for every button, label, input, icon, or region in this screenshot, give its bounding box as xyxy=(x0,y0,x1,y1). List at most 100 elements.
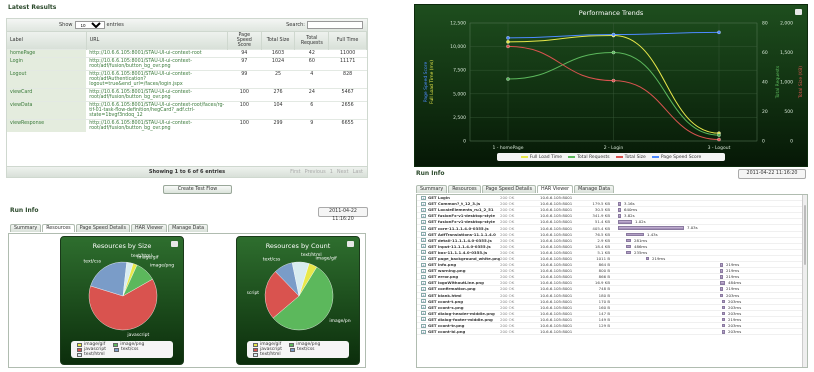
series-point[interactable] xyxy=(506,36,510,40)
legend-item[interactable]: text/css xyxy=(289,347,315,352)
series-point[interactable] xyxy=(717,137,721,142)
expand-icon[interactable]: + xyxy=(421,244,426,249)
har-method-url[interactable]: GET ccont-s.png xyxy=(428,305,500,310)
series-point[interactable] xyxy=(506,40,510,44)
expand-icon[interactable]: + xyxy=(421,232,426,237)
har-method-url[interactable]: GET confirmation.png xyxy=(428,286,500,291)
har-method-url[interactable]: GET blank.html xyxy=(428,293,500,298)
row-label[interactable]: homePage xyxy=(7,49,87,58)
har-method-url[interactable]: GET info.png xyxy=(428,262,500,267)
har-method-url[interactable]: GET dialog-header-middle.png xyxy=(428,311,500,316)
row-url[interactable]: http://10.6.6.105:8001/STAU-UI-ui-contex… xyxy=(86,88,228,102)
col-header-4[interactable]: Total Requests xyxy=(294,32,330,50)
har-row[interactable]: + GET ccont-bl.png 200 OK 10.6.6.105:8001 20… xyxy=(417,329,807,336)
series-point[interactable] xyxy=(506,44,510,49)
export-icon[interactable] xyxy=(347,241,354,247)
pager-link[interactable]: Last xyxy=(353,169,363,175)
har-method-url[interactable]: GET box-11.1.1.4.0-0355.js xyxy=(428,250,500,255)
expand-icon[interactable]: + xyxy=(421,299,426,304)
tab-resources[interactable]: Resources xyxy=(42,224,75,232)
har-method-url[interactable]: GET error.png xyxy=(428,274,500,279)
expand-icon[interactable]: + xyxy=(421,219,426,224)
har-method-url[interactable]: GET ccont-t.png xyxy=(428,299,500,304)
expand-icon[interactable]: + xyxy=(421,317,426,322)
expand-icon[interactable]: + xyxy=(421,226,426,231)
legend-item[interactable]: Total Requests xyxy=(568,155,610,160)
har-method-url[interactable]: GET logoWithoutLine.png xyxy=(428,280,500,285)
series-point[interactable] xyxy=(611,50,616,55)
har-method-url[interactable]: GET AdfTranslations-11.1.1.4.0 xyxy=(428,232,500,237)
expand-icon[interactable]: + xyxy=(421,293,426,298)
expand-icon[interactable]: + xyxy=(421,256,426,261)
col-header-0[interactable]: Label xyxy=(7,32,87,50)
tab-resources[interactable]: Resources xyxy=(448,185,481,193)
row-url[interactable]: http://10.6.6.105:8001/STAU-UI-ui-contex… xyxy=(86,70,228,89)
tab-har-viewer[interactable]: HAR Viewer xyxy=(131,224,168,232)
tab-summary[interactable]: Summary xyxy=(10,224,42,232)
expand-icon[interactable]: + xyxy=(421,305,426,310)
expand-icon[interactable]: + xyxy=(421,329,426,334)
tab-manage-data[interactable]: Manage Data xyxy=(574,185,615,193)
row-label[interactable]: Login xyxy=(7,57,87,71)
table-row[interactable]: homePage http://10.6.6.105:8001/STAU-UI-u… xyxy=(7,49,367,58)
col-header-1[interactable]: URL xyxy=(86,32,228,50)
row-label[interactable]: viewData xyxy=(7,101,87,120)
expand-icon[interactable]: + xyxy=(421,195,426,200)
har-method-url[interactable]: GET fusionFx-v1-desktop-style xyxy=(428,219,500,224)
har-method-url[interactable]: GET warning.png xyxy=(428,268,500,273)
search-input[interactable] xyxy=(307,21,363,29)
expand-icon[interactable]: + xyxy=(421,213,426,218)
pager-link[interactable]: 1 xyxy=(330,169,333,175)
har-method-url[interactable]: GET detail-11.1.1.4.0-0355.js xyxy=(428,238,500,243)
expand-icon[interactable]: + xyxy=(421,201,426,206)
table-row[interactable]: viewCard http://10.6.6.105:8001/STAU-UI-u… xyxy=(7,88,367,102)
row-url[interactable]: http://10.6.6.105:8001/STAU-UI-ui-contex… xyxy=(86,57,228,71)
col-header-3[interactable]: Total Size xyxy=(261,32,296,50)
pager-link[interactable]: Previous xyxy=(305,169,326,175)
run-date-select[interactable]: 2011-04-22 11:16:20 xyxy=(318,207,368,222)
pager-link[interactable]: Next xyxy=(337,169,349,175)
row-label[interactable]: viewResponse xyxy=(7,119,87,132)
expand-icon[interactable]: + xyxy=(421,250,426,255)
expand-icon[interactable]: + xyxy=(421,238,426,243)
table-row[interactable]: Login http://10.6.6.105:8001/STAU-UI-ui-c… xyxy=(7,57,367,71)
row-url[interactable]: http://10.6.6.105:8001/STAU-UI-ui-contex… xyxy=(86,49,228,58)
legend-item[interactable]: text/html xyxy=(77,352,105,357)
pager-link[interactable]: First xyxy=(290,169,301,175)
har-method-url[interactable]: GET input-11.1.1.4.0-0355.js xyxy=(428,244,500,249)
legend-item[interactable]: text/html xyxy=(253,352,281,357)
entries-select[interactable]: 10 xyxy=(74,21,105,29)
tab-summary[interactable]: Summary xyxy=(416,185,448,193)
create-test-flow-button[interactable]: Create Test Flow xyxy=(163,185,232,194)
expand-icon[interactable]: + xyxy=(421,323,426,328)
har-method-url[interactable]: GET Login xyxy=(428,195,500,200)
legend-item[interactable]: Total Size xyxy=(615,155,646,160)
har-method-url[interactable]: GET ccont-tr.png xyxy=(428,323,500,328)
row-url[interactable]: http://10.6.6.105:8001/STAU-UI-ui-contex… xyxy=(86,101,228,120)
tab-page-speed-details[interactable]: Page Speed Details xyxy=(481,185,537,193)
tab-manage-data[interactable]: Manage Data xyxy=(168,224,209,232)
har-method-url[interactable]: GET ccont-bl.png xyxy=(428,329,500,334)
har-method-url[interactable]: GET dialog-footer-middle.png xyxy=(428,317,500,322)
har-method-url[interactable]: GET page_background_white.png xyxy=(428,256,500,261)
col-header-2[interactable]: Page Speed Score xyxy=(227,32,262,50)
row-label[interactable]: viewCard xyxy=(7,88,87,102)
har-method-url[interactable]: GET fusionFx-v1-desktop-style xyxy=(428,213,500,218)
expand-icon[interactable]: + xyxy=(421,280,426,285)
har-scrollbar[interactable] xyxy=(802,195,807,367)
series-point[interactable] xyxy=(717,133,721,137)
series-point[interactable] xyxy=(717,30,721,35)
series-point[interactable] xyxy=(506,77,510,81)
series-point[interactable] xyxy=(611,32,616,37)
row-url[interactable]: http://10.6.6.105:8001/STAU-UI-ui-contex… xyxy=(86,119,228,132)
series-point[interactable] xyxy=(611,78,616,83)
expand-icon[interactable]: + xyxy=(421,207,426,212)
har-method-url[interactable]: GET Common?_t_12_3.js xyxy=(428,201,500,206)
table-row[interactable]: viewData http://10.6.6.105:8001/STAU-UI-u… xyxy=(7,101,367,120)
legend-item[interactable]: Page Speed Score xyxy=(651,155,701,160)
legend-item[interactable]: text/css xyxy=(113,347,139,352)
expand-icon[interactable]: + xyxy=(421,262,426,267)
expand-icon[interactable]: + xyxy=(421,268,426,273)
export-icon[interactable] xyxy=(171,241,178,247)
har-method-url[interactable]: GET LocaleElements_ru1_2_51 xyxy=(428,207,500,212)
